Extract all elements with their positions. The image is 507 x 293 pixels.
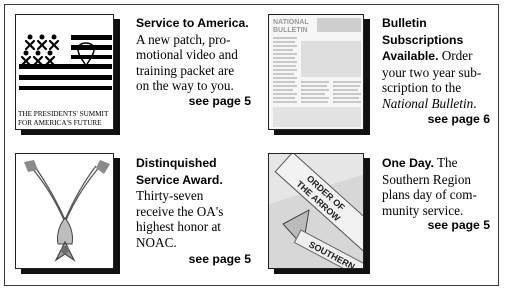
- one-day-thumbnail[interactable]: ORDER OF THE ARROW SOUTHERN: [268, 153, 364, 269]
- blurb-line: plans day of com-: [382, 187, 477, 203]
- blurb-line: training packet are: [136, 62, 235, 78]
- blurb-line: your two year sub-: [382, 64, 482, 80]
- see-page-link[interactable]: see page 5: [136, 252, 251, 268]
- thumb-caption-line-1: THE PRESIDENTS' SUMMIT: [18, 110, 109, 118]
- blurb-line: highest honor at: [136, 219, 221, 235]
- see-page-link[interactable]: see page 5: [136, 94, 251, 110]
- blurb-line: on the way to you.: [136, 78, 234, 94]
- blurb-line: scription to the: [382, 80, 462, 96]
- blurb-line: munity service.: [382, 202, 464, 218]
- blurb-heading: Bulletin: [382, 16, 427, 30]
- blurb-heading: Service to America.: [136, 16, 249, 30]
- blurb-punct: .: [473, 95, 477, 111]
- see-page-link[interactable]: see page 6: [382, 112, 490, 128]
- newspaper-page-icon: NATIONAL BULLETIN: [269, 15, 363, 129]
- bulletin-subscriptions-blurb: Bulletin Subscriptions Available. Order …: [382, 15, 490, 127]
- blurb-line: Thirty-seven: [136, 188, 204, 204]
- blurb-heading: Subscriptions: [382, 32, 464, 47]
- service-to-america-thumbnail[interactable]: THE PRESIDENTS' SUMMIT FOR AMERICA'S FUT…: [15, 14, 114, 130]
- one-day-blurb: One Day. The Southern Region plans day o…: [382, 155, 490, 234]
- bulletin-masthead-2: BULLETIN: [273, 27, 308, 34]
- blurb-heading: Distinquished: [136, 156, 217, 170]
- blurb-heading: Available.: [382, 49, 439, 64]
- blurb-line: NOAC.: [136, 234, 177, 250]
- blurb-line: The: [433, 155, 458, 170]
- order-of-the-arrow-patch-icon: ORDER OF THE ARROW SOUTHERN: [269, 154, 363, 268]
- blurb-line: Southern Region: [382, 171, 472, 187]
- see-page-link[interactable]: see page 5: [382, 218, 490, 234]
- thumb-caption-line-2: FOR AMERICA'S FUTURE: [18, 119, 102, 127]
- award-medal-icon: [16, 154, 113, 268]
- presidents-summit-logo-icon: THE PRESIDENTS' SUMMIT FOR AMERICA'S FUT…: [16, 15, 113, 129]
- service-award-thumbnail[interactable]: [15, 153, 114, 269]
- blurb-line: receive the OA's: [136, 203, 224, 219]
- blurb-line: Order: [438, 48, 473, 64]
- bulletin-masthead: NATIONAL: [273, 19, 309, 26]
- blurb-line: A new patch, pro-: [136, 31, 231, 47]
- blurb-heading: Service Award.: [136, 172, 223, 187]
- national-bulletin-thumbnail[interactable]: NATIONAL BULLETIN: [268, 14, 364, 130]
- publication-title: National Bulletin: [382, 95, 474, 111]
- blurb-heading: One Day.: [382, 156, 434, 170]
- service-award-blurb: Distinquished Service Award. Thirty-seve…: [136, 155, 251, 267]
- blurb-line: motional video and: [136, 47, 238, 63]
- service-to-america-blurb: Service to America. A new patch, pro- mo…: [136, 15, 251, 110]
